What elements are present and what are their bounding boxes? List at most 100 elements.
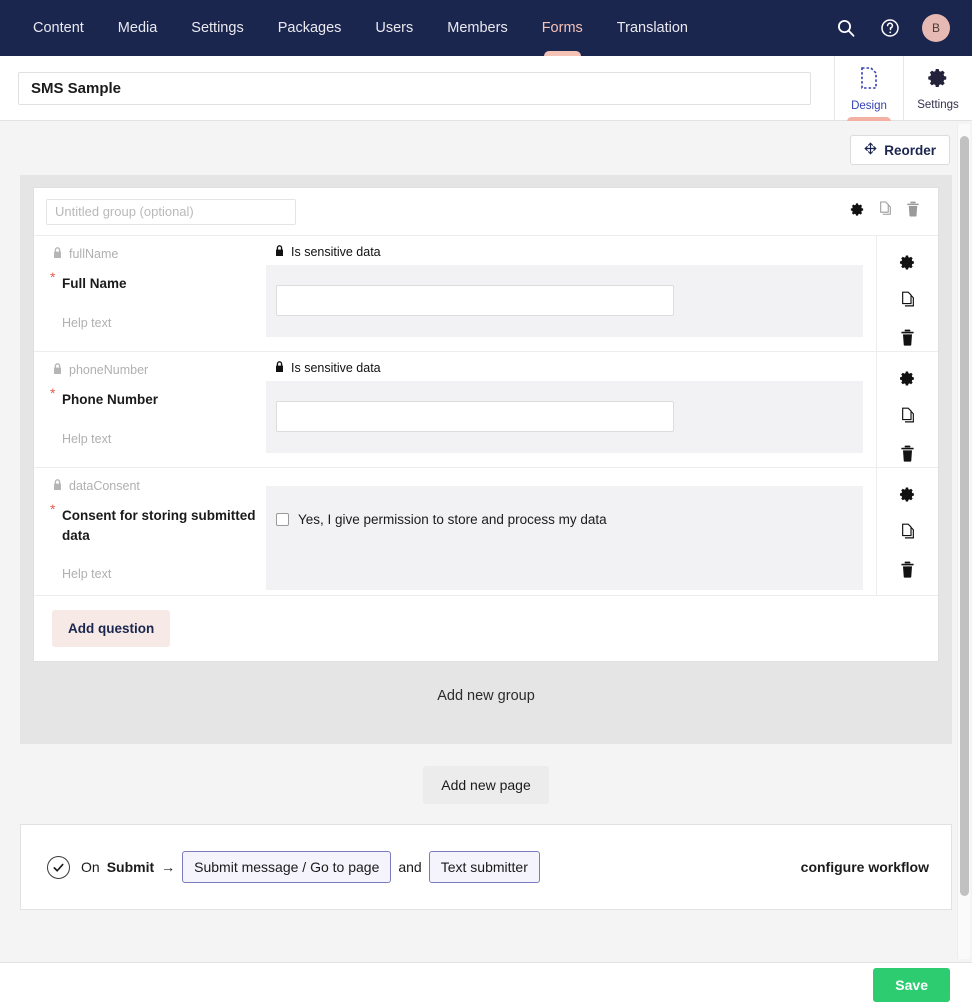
reorder-button[interactable]: Reorder xyxy=(850,135,950,165)
copy-icon[interactable] xyxy=(900,523,916,546)
question-preview: Is sensitive data xyxy=(266,352,876,467)
question-meta: fullName * Full Name Help text xyxy=(34,236,266,351)
sensitive-data-badge: Is sensitive data xyxy=(266,358,863,381)
search-icon[interactable] xyxy=(834,16,858,40)
nav-item-settings[interactable]: Settings xyxy=(174,0,260,56)
scrollbar-thumb[interactable] xyxy=(960,136,969,896)
configure-workflow-link[interactable]: configure workflow xyxy=(801,859,929,875)
copy-icon[interactable] xyxy=(900,407,916,430)
question-preview: Yes, I give permission to store and proc… xyxy=(266,468,876,595)
checkbox-label: Yes, I give permission to store and proc… xyxy=(298,512,607,527)
add-new-page-button[interactable]: Add new page xyxy=(423,766,549,804)
workflow-conjunction: and xyxy=(398,859,421,875)
trash-icon[interactable] xyxy=(900,445,915,467)
workflow-action-two-button[interactable]: Text submitter xyxy=(429,851,540,883)
sensitive-label: Is sensitive data xyxy=(291,361,381,375)
vertical-scrollbar[interactable] xyxy=(957,124,970,959)
add-question-button[interactable]: Add question xyxy=(52,610,170,647)
question-label-wrap: * Full Name xyxy=(52,274,256,294)
group-name-input[interactable] xyxy=(46,199,296,225)
add-new-group-button[interactable]: Add new group xyxy=(33,662,939,716)
lock-icon xyxy=(274,360,285,376)
question-alias: dataConsent xyxy=(52,478,256,494)
add-question-row: Add question xyxy=(34,596,938,661)
nav-item-content[interactable]: Content xyxy=(16,0,101,56)
add-new-page-row: Add new page xyxy=(0,744,972,824)
question-help-text: Help text xyxy=(52,567,256,581)
tab-settings[interactable]: Settings xyxy=(903,56,972,121)
nav-label: Forms xyxy=(542,20,583,36)
alias-text: fullName xyxy=(69,247,118,261)
form-designer-canvas: Reorder xyxy=(0,121,972,962)
alias-text: phoneNumber xyxy=(69,363,148,377)
checkbox-icon[interactable] xyxy=(276,513,289,526)
gear-icon[interactable] xyxy=(899,254,916,276)
group-actions xyxy=(850,201,920,222)
preview-text-input[interactable] xyxy=(276,401,674,432)
save-button[interactable]: Save xyxy=(873,968,950,1002)
question-label: Consent for storing submitted data xyxy=(62,506,256,545)
arrow-icon: → xyxy=(161,859,175,875)
reorder-row: Reorder xyxy=(0,121,972,175)
form-title-input[interactable] xyxy=(18,72,811,105)
lock-icon xyxy=(52,246,63,262)
lock-icon xyxy=(52,362,63,378)
workflow-expression: On Submit → Submit message / Go to page … xyxy=(81,851,540,883)
nav-item-users[interactable]: Users xyxy=(358,0,430,56)
question-preview: Is sensitive data xyxy=(266,236,876,351)
required-marker: * xyxy=(50,385,55,401)
document-outline-icon xyxy=(858,66,880,95)
copy-icon[interactable] xyxy=(878,201,893,222)
workflow-action-one-button[interactable]: Submit message / Go to page xyxy=(182,851,391,883)
avatar[interactable]: B xyxy=(922,14,950,42)
nav-label: Content xyxy=(33,20,84,36)
required-marker: * xyxy=(50,269,55,285)
lock-icon xyxy=(52,478,63,494)
trash-icon[interactable] xyxy=(906,201,920,222)
nav-label: Packages xyxy=(278,20,342,36)
nav-label: Users xyxy=(375,20,413,36)
tab-design[interactable]: Design xyxy=(834,56,903,121)
form-group-card: fullName * Full Name Help text Is sensit… xyxy=(33,187,939,662)
nav-item-members[interactable]: Members xyxy=(430,0,524,56)
question-alias: phoneNumber xyxy=(52,362,256,378)
trash-icon[interactable] xyxy=(900,561,915,583)
nav-label: Media xyxy=(118,20,158,36)
gear-icon xyxy=(927,67,949,94)
required-marker: * xyxy=(50,501,55,517)
question-field-area: Yes, I give permission to store and proc… xyxy=(266,486,863,590)
nav-item-packages[interactable]: Packages xyxy=(261,0,359,56)
question-field-area xyxy=(266,265,863,337)
table-row: fullName * Full Name Help text Is sensit… xyxy=(34,236,938,352)
question-help-text: Help text xyxy=(52,432,256,446)
workflow-on-label: On xyxy=(81,859,100,875)
question-field-area xyxy=(266,381,863,453)
form-page: fullName * Full Name Help text Is sensit… xyxy=(20,175,952,744)
copy-icon[interactable] xyxy=(900,291,916,314)
gear-icon[interactable] xyxy=(899,486,916,508)
lock-icon xyxy=(274,244,285,260)
help-icon[interactable] xyxy=(878,16,902,40)
gear-icon[interactable] xyxy=(850,202,865,222)
gear-icon[interactable] xyxy=(899,370,916,392)
group-header xyxy=(34,188,938,236)
preview-checkbox-row[interactable]: Yes, I give permission to store and proc… xyxy=(276,512,863,527)
avatar-initial: B xyxy=(932,21,940,35)
top-nav-items: Content Media Settings Packages Users Me… xyxy=(16,0,705,56)
app-tabs: Design Settings xyxy=(834,56,972,121)
question-label: Phone Number xyxy=(62,390,256,410)
trash-icon[interactable] xyxy=(900,329,915,351)
check-icon xyxy=(47,856,70,879)
preview-text-input[interactable] xyxy=(276,285,674,316)
nav-item-media[interactable]: Media xyxy=(101,0,175,56)
form-title-bar: Design Settings xyxy=(0,56,972,121)
nav-item-translation[interactable]: Translation xyxy=(600,0,705,56)
question-meta: phoneNumber * Phone Number Help text xyxy=(34,352,266,467)
alias-text: dataConsent xyxy=(69,479,140,493)
bottom-action-bar: Save xyxy=(0,962,972,1007)
sensitive-label: Is sensitive data xyxy=(291,245,381,259)
question-actions xyxy=(876,352,938,467)
table-row: dataConsent * Consent for storing submit… xyxy=(34,468,938,596)
top-navigation-bar: Content Media Settings Packages Users Me… xyxy=(0,0,972,56)
nav-item-forms[interactable]: Forms xyxy=(525,0,600,56)
